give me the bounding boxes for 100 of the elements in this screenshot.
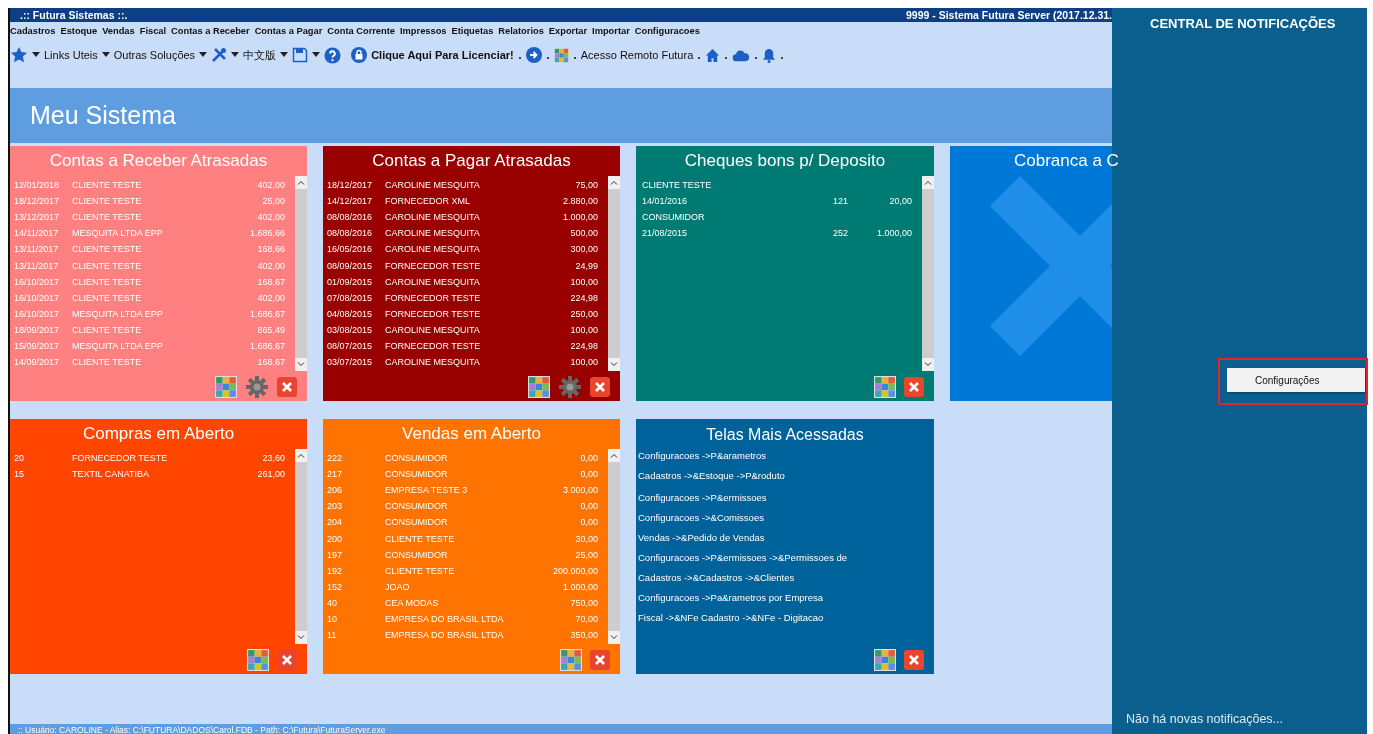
caret-icon[interactable] (312, 52, 321, 58)
table-cell: 30,00 (575, 533, 598, 544)
scrollbar[interactable] (922, 176, 934, 371)
palette-icon[interactable] (528, 376, 550, 398)
menu-item[interactable]: Relatorios (498, 26, 544, 36)
menu-item[interactable]: Vendas (102, 26, 135, 36)
palette-icon[interactable] (874, 649, 896, 671)
table-cell-text: EMPRESA TESTE 3 (385, 485, 469, 496)
save-icon[interactable] (292, 47, 309, 63)
card-title: Telas Mais Acessadas (705, 425, 865, 445)
screen-link[interactable]: Configuracoes ->&Comissoes (636, 508, 934, 528)
table-cell: 402,00 (257, 180, 285, 191)
table-cell: 200.000,00 (552, 565, 598, 576)
exit-icon[interactable] (525, 47, 542, 63)
close-icon[interactable] (590, 377, 610, 397)
tools-icon[interactable] (211, 47, 228, 63)
scrollbar[interactable] (295, 449, 307, 644)
scroll-down-icon[interactable] (297, 635, 305, 640)
toolbar-link[interactable]: 中文版 (243, 47, 277, 63)
table-cell-text: 18/12/2017 (14, 196, 61, 207)
help-icon[interactable] (324, 46, 342, 64)
toolbar-link[interactable]: Links Uteis (44, 49, 98, 61)
menu-item[interactable]: Importar (592, 26, 630, 36)
close-icon[interactable] (904, 650, 924, 670)
menu-item[interactable]: Cadastros (10, 26, 56, 36)
card-title: Contas a Pagar Atrasadas (371, 150, 572, 172)
palette-icon[interactable] (560, 649, 582, 671)
table-cell-text: TEXTIL CANATIBA (72, 469, 150, 480)
scroll-down-icon[interactable] (610, 362, 618, 367)
palette-icon[interactable] (247, 649, 269, 671)
cloud-icon[interactable] (732, 48, 751, 62)
screen-link[interactable]: Cadastros ->&Cadastros ->&Clientes (636, 568, 934, 588)
menu-item[interactable]: Fiscal (139, 26, 167, 36)
screen-link[interactable]: Configuracoes ->P&ermissoes (636, 488, 934, 508)
screen-link[interactable]: Fiscal ->&NFe Cadastro ->&NFe - Digitacao (636, 608, 934, 628)
menu-item[interactable]: Estoque (60, 26, 98, 36)
card-title: Vendas em Aberto (401, 423, 542, 445)
star-icon[interactable] (10, 46, 28, 64)
scrollbar[interactable] (608, 449, 620, 644)
table-cell-text: 16/10/2017 (14, 292, 61, 303)
table-cell-text: CLIENTE TESTE (72, 196, 143, 207)
scroll-down-icon[interactable] (297, 362, 305, 367)
screen-link[interactable]: Configuracoes ->Pa&rametros por Empresa (636, 588, 934, 608)
toolbar-link[interactable]: Outras Soluções (113, 49, 196, 61)
table-cell-text: FORNECEDOR TESTE (72, 453, 169, 464)
menu-item[interactable]: Etiquetas (451, 26, 494, 36)
table-cell: 350,00 (570, 630, 598, 641)
scrollbar[interactable] (608, 176, 620, 371)
close-icon[interactable] (590, 650, 610, 670)
close-icon[interactable] (277, 650, 297, 670)
menu-item[interactable]: Conta Corrente (327, 26, 395, 36)
scrollbar[interactable] (295, 176, 307, 371)
table-cell: 23,60 (262, 453, 285, 464)
table-cell-text: 01/09/2015 (327, 276, 374, 287)
caret-icon[interactable] (101, 52, 110, 58)
toolbar-link[interactable]: Acesso Remoto Futura (580, 49, 694, 61)
lock-icon[interactable] (351, 47, 368, 63)
palette-icon[interactable] (553, 47, 569, 63)
screen-link[interactable]: Configuracoes ->P&ermissoes ->&Permissoes de (636, 548, 934, 568)
palette-icon[interactable] (874, 376, 896, 398)
table-cell-text: CLIENTE TESTE (385, 533, 456, 544)
table-cell-text: CLIENTE TESTE (72, 276, 143, 287)
table-cell: 1.686,67 (249, 308, 285, 319)
screen-link[interactable]: Cadastros ->&Estoque ->P&roduto (636, 466, 934, 488)
scroll-up-icon[interactable] (297, 180, 305, 185)
table-cell: 168,66 (257, 244, 285, 255)
menu-item[interactable]: Configuracoes (634, 26, 700, 36)
table-cell: 100,00 (570, 276, 598, 287)
caret-icon[interactable] (32, 52, 40, 58)
scroll-up-icon[interactable] (610, 453, 618, 458)
scroll-up-icon[interactable] (610, 180, 618, 185)
screen-link[interactable]: Configuracoes ->P&arametros (636, 446, 934, 466)
table-cell-text: 07/08/2015 (327, 292, 374, 303)
caret-icon[interactable] (199, 52, 208, 58)
table-cell: 3.000,00 (562, 485, 598, 496)
table-cell-text: EMPRESA DO BRASIL LTDA (385, 630, 505, 641)
table-cell: 250,00 (570, 308, 598, 319)
card-title: Contas a Receber Atrasadas (48, 150, 269, 172)
caret-icon[interactable] (280, 52, 289, 58)
table-cell: 0,00 (580, 517, 598, 528)
table-cell-text: CAROLINE MESQUITA (385, 180, 481, 191)
table-cell-text: CEA MODAS (385, 597, 440, 608)
caret-icon[interactable] (231, 52, 240, 58)
home-icon[interactable] (705, 47, 721, 63)
menu-item[interactable]: Configurações (1227, 374, 1320, 386)
menu-item[interactable]: Contas a Pagar (254, 26, 323, 36)
palette-icon[interactable] (215, 376, 237, 398)
scroll-up-icon[interactable] (297, 453, 305, 458)
scroll-down-icon[interactable] (610, 635, 618, 640)
close-icon[interactable] (277, 377, 297, 397)
scroll-up-icon[interactable] (924, 180, 932, 185)
menu-item[interactable]: Exportar (548, 26, 588, 36)
screen-link[interactable]: Vendas ->&Pedido de Vendas (636, 528, 934, 548)
menu-item[interactable]: Impressos (400, 26, 447, 36)
bell-icon[interactable] (762, 47, 777, 63)
menu-item[interactable]: Contas a Receber (171, 26, 250, 36)
scroll-down-icon[interactable] (924, 362, 932, 367)
table-cell-text: 20 (14, 453, 25, 464)
close-icon[interactable] (904, 377, 924, 397)
license-link[interactable]: Clique Aqui Para Licenciar! (371, 49, 514, 61)
